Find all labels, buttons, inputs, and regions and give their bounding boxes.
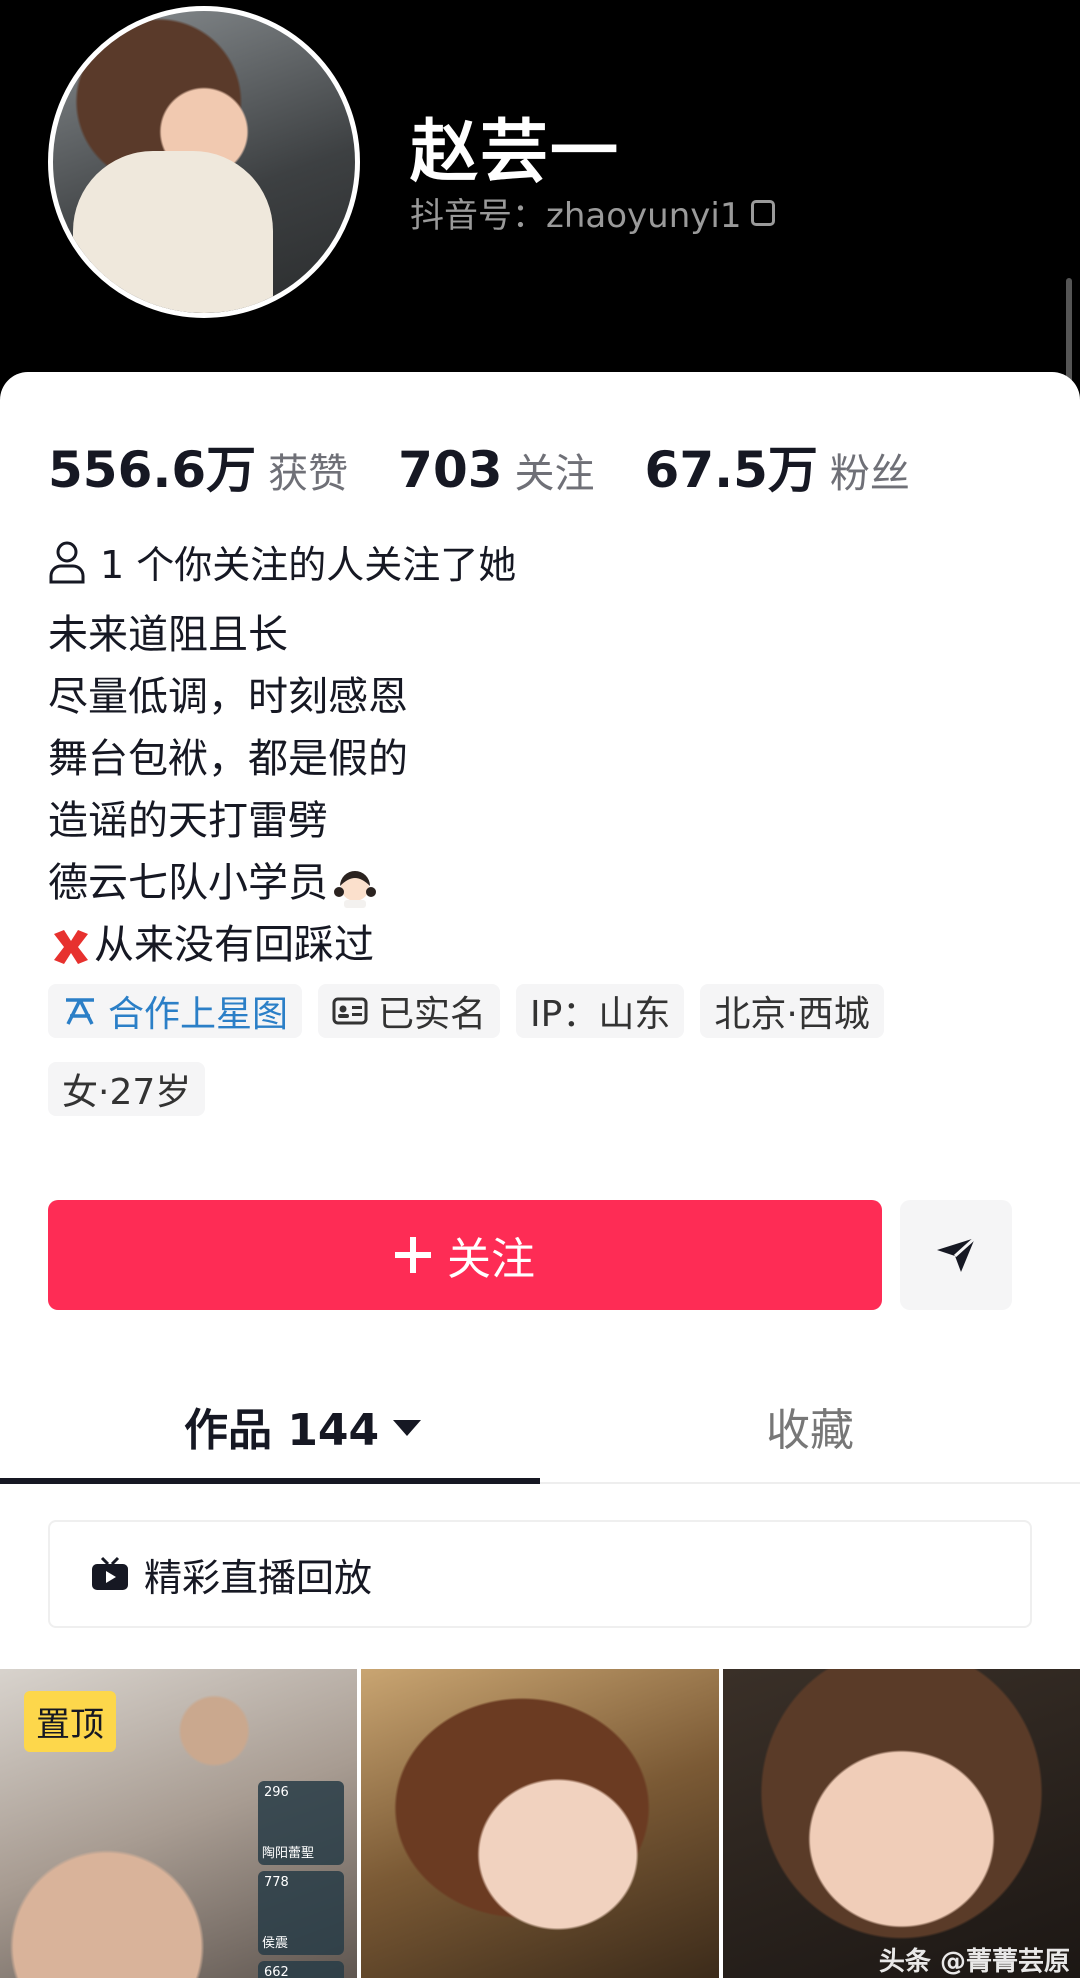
follow-button-label: 关注	[447, 1234, 535, 1285]
live-replay-label: 精彩直播回放	[144, 1555, 373, 1600]
profile-name: 赵芸一	[410, 113, 621, 192]
tab-works-label: 作品 144	[184, 1405, 380, 1456]
video-grid: 置顶 296 陶阳蕾聖 778 侯震 662 头条 @菁菁芸原	[0, 1669, 1080, 1978]
stat-following-value: 703	[398, 441, 503, 499]
bio-line-1: 未来道阻且长	[48, 612, 288, 658]
id-card-icon	[332, 997, 368, 1025]
bio-line-4: 造谣的天打雷劈	[48, 798, 328, 844]
douyin-id-text: 抖音号：zhaoyunyi1	[410, 196, 742, 236]
live-guest-count: 778	[264, 1875, 289, 1890]
live-guest-count: 662	[264, 1965, 289, 1978]
tag-verified[interactable]: 已实名	[318, 984, 501, 1038]
stat-followers[interactable]: 67.5万 粉丝	[645, 430, 910, 502]
tv-icon	[92, 1556, 128, 1590]
mutual-follow-text: 1 个你关注的人关注了她	[100, 543, 517, 587]
girl-emoji-icon	[334, 871, 376, 908]
live-guest-count: 296	[264, 1785, 289, 1800]
bio-line-6: 从来没有回踩过	[94, 922, 374, 968]
share-button[interactable]	[900, 1200, 1012, 1310]
bio: 未来道阻且长 尽量低调，时刻感恩 舞台包袱，都是假的 造谣的天打雷劈 德云七队小…	[48, 604, 408, 976]
avatar-figure	[73, 151, 273, 313]
stat-followers-value: 67.5万	[644, 441, 818, 499]
video-thumb-1[interactable]: 置顶 296 陶阳蕾聖 778 侯震 662	[0, 1669, 358, 1978]
pinned-badge: 置顶	[24, 1691, 116, 1752]
stat-followers-label: 粉丝	[829, 451, 910, 497]
stat-following[interactable]: 703 关注	[398, 441, 594, 499]
tag-location[interactable]: 北京·西城	[700, 984, 884, 1038]
mutual-follow[interactable]: 1 个你关注的人关注了她	[48, 534, 516, 589]
watermark: 头条 @菁菁芸原	[878, 1947, 1070, 1977]
bio-line-2: 尽量低调，时刻感恩	[48, 674, 408, 720]
live-guest: 296 陶阳蕾聖	[258, 1781, 344, 1865]
live-guest-name: 陶阳蕾聖	[262, 1846, 315, 1861]
bio-line-6-wrap: 从来没有回踩过	[48, 914, 408, 976]
video-thumb-2[interactable]	[361, 1669, 719, 1978]
stats-row: 556.6万 获赞 703 关注 67.5万 粉丝	[48, 430, 960, 502]
tag-row: 合作上星图 已实名 IP：山东 北京·西城	[48, 984, 884, 1038]
send-icon	[937, 1236, 977, 1272]
tab-favorites-label: 收藏	[766, 1405, 854, 1456]
copy-icon[interactable]	[751, 199, 776, 226]
avatar[interactable]	[48, 6, 360, 318]
stat-likes-value: 556.6万	[48, 441, 257, 499]
video-thumb-3[interactable]: 头条 @菁菁芸原	[722, 1669, 1080, 1978]
stat-likes[interactable]: 556.6万 获赞	[48, 430, 348, 502]
stat-following-label: 关注	[514, 451, 595, 497]
tag-xingtu-label: 合作上星图	[108, 994, 289, 1035]
plus-icon	[395, 1237, 431, 1273]
bio-line-3: 舞台包袱，都是假的	[48, 736, 408, 782]
xingtu-icon	[66, 998, 94, 1025]
person-icon	[49, 541, 85, 583]
tag-gender-age-label: 女·27岁	[62, 1072, 192, 1113]
tag-ip: IP：山东	[516, 984, 685, 1038]
profile-card: 556.6万 获赞 703 关注 67.5万 粉丝 1 个你关注的人关注了她 未…	[0, 372, 1080, 1978]
scroll-indicator	[1066, 278, 1072, 388]
profile-header: 赵芸一 抖音号：zhaoyunyi1	[0, 0, 1080, 420]
douyin-id: 抖音号：zhaoyunyi1	[410, 188, 776, 237]
live-replay-entry[interactable]: 精彩直播回放	[48, 1520, 1032, 1628]
caret-down-icon[interactable]	[393, 1420, 422, 1436]
tab-works[interactable]: 作品 144	[184, 1394, 422, 1458]
tag-verified-label: 已实名	[378, 994, 487, 1035]
red-x-icon	[54, 930, 88, 964]
bio-line-5: 德云七队小学员	[48, 860, 328, 906]
live-guest: 778 侯震	[258, 1871, 344, 1955]
tag-gender-age: 女·27岁	[48, 1062, 206, 1116]
tag-ip-label: IP：山东	[530, 994, 671, 1035]
tab-bar: 作品 144 收藏	[0, 1372, 1080, 1484]
live-guest-list: 296 陶阳蕾聖 778 侯震 662	[258, 1781, 344, 1978]
tab-favorites[interactable]: 收藏	[766, 1394, 854, 1458]
bio-line-5-wrap: 德云七队小学员	[48, 852, 408, 914]
tag-xingtu[interactable]: 合作上星图	[48, 984, 303, 1038]
tag-location-label: 北京·西城	[714, 994, 870, 1035]
follow-button[interactable]: 关注	[48, 1200, 882, 1310]
stat-likes-label: 获赞	[268, 451, 349, 497]
live-guest: 662	[258, 1961, 344, 1978]
live-guest-name: 侯震	[262, 1936, 289, 1951]
tab-active-indicator	[0, 1478, 540, 1484]
